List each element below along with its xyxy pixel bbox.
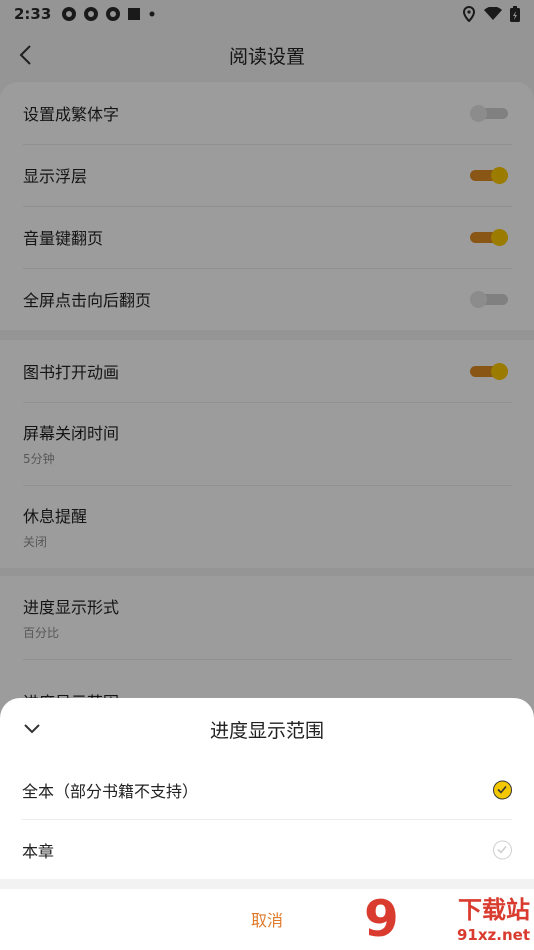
- logo-mark: 9: [364, 890, 399, 948]
- sheet-title: 进度显示范围: [209, 719, 324, 742]
- option-label: 本章: [22, 841, 55, 861]
- option-label: 全本（部分书籍不支持）: [22, 781, 199, 801]
- watermark-brand: 下载站: [458, 896, 530, 924]
- option-item[interactable]: 本章: [0, 820, 534, 879]
- sheet-header: 进度显示范围: [0, 698, 534, 760]
- check-icon: [493, 780, 512, 799]
- collapse-button[interactable]: [22, 718, 42, 738]
- chevron-down-icon: [24, 724, 40, 734]
- check-icon: [493, 840, 512, 859]
- watermark-site: 91xz.net: [456, 926, 530, 944]
- option-item[interactable]: 全本（部分书籍不支持）: [0, 760, 534, 819]
- bottom-sheet: 进度显示范围 全本（部分书籍不支持） 本章 取消 9 下载站 91xz.net: [0, 698, 534, 950]
- watermark-logo: 9 下载站 91xz.net: [364, 888, 534, 950]
